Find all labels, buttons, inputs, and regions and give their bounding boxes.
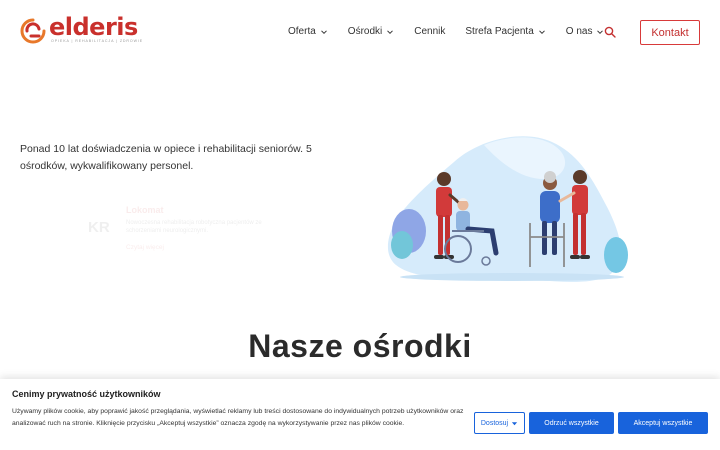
faded-feature-card: KR Lokomat Nowoczesna rehabilitacja robo…: [88, 203, 298, 253]
feature-description: Nowoczesna rehabilitacja robotyczna pacj…: [126, 220, 262, 234]
nav-item-label: Cennik: [414, 26, 446, 37]
feature-read-more-link: Czytaj więcej: [126, 244, 164, 251]
feature-badge: KR: [88, 219, 110, 236]
search-icon[interactable]: [604, 26, 616, 38]
nav-item-label: Strefa Pacjenta: [465, 26, 534, 37]
nav-item-strefa-pacjenta[interactable]: Strefa Pacjenta: [465, 26, 545, 37]
cookie-banner-title: Cenimy prywatność użytkowników: [12, 389, 161, 399]
customize-label: Dostosuj: [480, 419, 509, 427]
hero-description: Ponad 10 lat doświadczenia w opiece i re…: [20, 143, 312, 172]
nav-item-o-nas[interactable]: O nas: [566, 26, 605, 37]
caregivers-illustration: [387, 136, 628, 282]
cookie-banner-text: Używamy plików cookie, aby poprawić jako…: [12, 408, 464, 427]
nav-item-osrodki[interactable]: Ośrodki: [348, 26, 394, 37]
chevron-down-icon: [538, 29, 545, 34]
site-header: elderis OPIEKA | REHABILITACJA | ZDROWIE…: [0, 0, 720, 64]
nav-item-cennik[interactable]: Cennik: [414, 26, 445, 37]
nav-item-label: Ośrodki: [347, 26, 383, 37]
cookie-consent-banner: Cenimy prywatność użytkowników Używamy p…: [0, 379, 720, 450]
nav-item-label: Oferta: [288, 26, 316, 37]
main-nav: Oferta Ośrodki Cennik Strefa Pacjenta O …: [288, 26, 624, 37]
reject-all-button[interactable]: Odrzuć wszystkie: [529, 412, 614, 434]
nav-item-oferta[interactable]: Oferta: [288, 26, 328, 37]
chevron-down-icon: [387, 29, 394, 34]
chevron-down-icon: [320, 29, 327, 34]
logo-mark-icon: [20, 18, 46, 44]
contact-button[interactable]: Kontakt: [640, 20, 700, 45]
logo-tagline: OPIEKA | REHABILITACJA | ZDROWIE: [51, 39, 144, 43]
accept-all-button[interactable]: Akceptuj wszystkie: [618, 412, 708, 434]
customize-cookies-button[interactable]: Dostosuj: [474, 412, 525, 434]
logo-wordmark: elderis: [49, 13, 138, 41]
centers-section-title: Nasze ośrodki: [248, 328, 472, 364]
nav-item-label: O nas: [565, 26, 593, 37]
caret-down-icon: [511, 421, 518, 425]
feature-title: Lokomat: [126, 205, 164, 215]
site-logo[interactable]: elderis OPIEKA | REHABILITACJA | ZDROWIE: [18, 13, 142, 48]
